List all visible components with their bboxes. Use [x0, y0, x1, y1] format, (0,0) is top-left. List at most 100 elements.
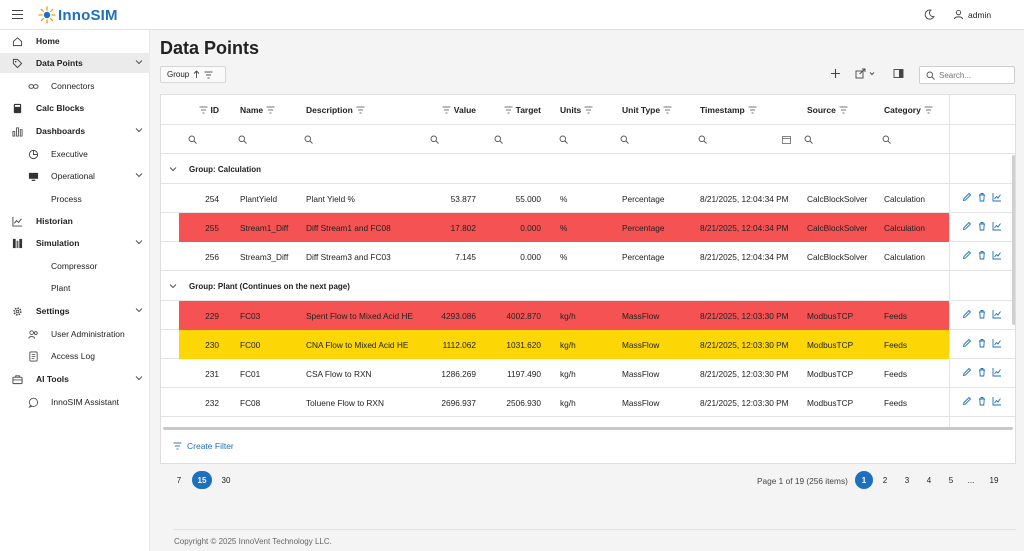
edit-icon[interactable]: [962, 309, 972, 319]
column-header[interactable]: ID: [199, 105, 219, 115]
horizontal-scrollbar[interactable]: [163, 427, 1013, 430]
create-filter-button[interactable]: Create Filter: [173, 441, 234, 451]
chevron-down-icon[interactable]: [169, 283, 177, 289]
page-number[interactable]: 1: [855, 471, 873, 489]
search-icon[interactable]: [882, 135, 891, 144]
column-header[interactable]: Name: [240, 105, 275, 115]
nav-calc-blocks[interactable]: Calc Blocks: [0, 98, 150, 118]
delete-icon[interactable]: [977, 309, 987, 319]
nav-process[interactable]: Process: [0, 189, 150, 209]
nav-plant[interactable]: Plant: [0, 278, 150, 298]
search-icon[interactable]: [559, 135, 568, 144]
sort-ascending-icon[interactable]: [193, 70, 200, 79]
menu-icon[interactable]: [12, 10, 23, 19]
page-size-option[interactable]: 7: [169, 471, 189, 489]
chevron-down-icon[interactable]: [169, 166, 177, 172]
nav-compressor[interactable]: Compressor: [0, 256, 150, 276]
delete-icon[interactable]: [977, 367, 987, 377]
nav-settings[interactable]: Settings: [0, 301, 150, 321]
nav-dashboards[interactable]: Dashboards: [0, 121, 150, 141]
user-menu[interactable]: admin: [953, 9, 991, 20]
table-row[interactable]: 254 PlantYield Plant Yield % 53.877 55.000% P…: [161, 184, 1015, 213]
column-menu-icon[interactable]: [924, 106, 933, 114]
search-icon[interactable]: [188, 135, 197, 144]
nav-historian[interactable]: Historian: [0, 211, 150, 231]
column-header[interactable]: Target: [504, 105, 541, 115]
column-header[interactable]: Timestamp: [700, 105, 757, 115]
nav-executive[interactable]: Executive: [0, 144, 150, 164]
page-number[interactable]: 2: [876, 471, 894, 489]
nav-simulation[interactable]: Simulation: [0, 233, 150, 253]
edit-icon[interactable]: [962, 367, 972, 377]
table-row[interactable]: 256 Stream3_Diff Diff Stream3 and FC03 7.14…: [161, 242, 1015, 271]
page-size-option[interactable]: 30: [216, 471, 236, 489]
page-size-option[interactable]: 15: [192, 471, 212, 489]
column-header[interactable]: Category: [884, 105, 933, 115]
search-icon[interactable]: [430, 135, 439, 144]
search-icon[interactable]: [804, 135, 813, 144]
column-menu-icon[interactable]: [442, 106, 451, 114]
delete-icon[interactable]: [977, 192, 987, 202]
delete-icon[interactable]: [977, 338, 987, 348]
edit-icon[interactable]: [962, 250, 972, 260]
trend-chart-icon[interactable]: [992, 396, 1002, 406]
column-menu-icon[interactable]: [748, 106, 757, 114]
page-number[interactable]: 3: [898, 471, 916, 489]
delete-icon[interactable]: [977, 221, 987, 231]
edit-icon[interactable]: [962, 396, 972, 406]
nav-data-points[interactable]: Data Points: [0, 53, 150, 73]
search-box[interactable]: [919, 66, 1015, 84]
search-icon[interactable]: [620, 135, 629, 144]
search-icon[interactable]: [698, 135, 707, 144]
group-row-plant[interactable]: Group: Plant (Continues on the next page…: [161, 272, 1015, 301]
edit-icon[interactable]: [962, 221, 972, 231]
group-row-calculation[interactable]: Group: Calculation: [161, 155, 1015, 184]
column-menu-icon[interactable]: [663, 106, 672, 114]
nav-access-log[interactable]: Access Log: [0, 346, 150, 366]
column-chooser-icon[interactable]: [893, 68, 904, 79]
column-header[interactable]: Unit Type: [622, 105, 672, 115]
nav-operational[interactable]: Operational: [0, 166, 150, 186]
trend-chart-icon[interactable]: [992, 309, 1002, 319]
nav-ai-tools[interactable]: AI Tools: [0, 369, 150, 389]
delete-icon[interactable]: [977, 396, 987, 406]
page-number[interactable]: 19: [985, 471, 1003, 489]
search-icon[interactable]: [238, 135, 247, 144]
app-logo[interactable]: InnoSIM: [38, 6, 118, 24]
filter-lines-icon[interactable]: [204, 71, 213, 79]
search-input[interactable]: [939, 69, 1011, 81]
column-header[interactable]: Source: [807, 105, 848, 115]
trend-chart-icon[interactable]: [992, 192, 1002, 202]
column-header[interactable]: Description: [306, 105, 365, 115]
page-number[interactable]: 4: [920, 471, 938, 489]
calendar-icon[interactable]: [782, 135, 791, 144]
trend-chart-icon[interactable]: [992, 221, 1002, 231]
table-row[interactable]: 231 FC01 CSA Flow to RXN 1286.269 1197.490 kg…: [161, 359, 1015, 388]
table-row[interactable]: 232 FC08 Toluene Flow to RXN 2696.937 2506.9…: [161, 388, 1015, 417]
trend-chart-icon[interactable]: [992, 367, 1002, 377]
column-menu-icon[interactable]: [199, 106, 208, 114]
delete-icon[interactable]: [977, 250, 987, 260]
nav-connectors[interactable]: Connectors: [0, 76, 150, 96]
column-header[interactable]: Value: [442, 105, 476, 115]
trend-chart-icon[interactable]: [992, 338, 1002, 348]
add-icon[interactable]: [830, 68, 841, 79]
table-row[interactable]: 255 Stream1_Diff Diff Stream1 and FC08 17.8…: [161, 213, 1015, 242]
table-row[interactable]: 230 FC00 CNA Flow to Mixed Acid HE 1112.062…: [161, 330, 1015, 359]
nav-innosim-assistant[interactable]: InnoSIM Assistant: [0, 392, 150, 412]
column-menu-icon[interactable]: [839, 106, 848, 114]
edit-icon[interactable]: [962, 192, 972, 202]
export-icon[interactable]: [855, 68, 875, 79]
column-menu-icon[interactable]: [266, 106, 275, 114]
group-chip[interactable]: Group: [160, 66, 226, 83]
column-header[interactable]: Units: [560, 105, 593, 115]
dark-mode-icon[interactable]: [924, 9, 935, 20]
edit-icon[interactable]: [962, 338, 972, 348]
trend-chart-icon[interactable]: [992, 250, 1002, 260]
nav-home[interactable]: Home: [0, 31, 150, 51]
column-menu-icon[interactable]: [504, 106, 513, 114]
column-menu-icon[interactable]: [356, 106, 365, 114]
vertical-scrollbar[interactable]: [1012, 155, 1015, 325]
page-number[interactable]: 5: [942, 471, 960, 489]
column-menu-icon[interactable]: [584, 106, 593, 114]
